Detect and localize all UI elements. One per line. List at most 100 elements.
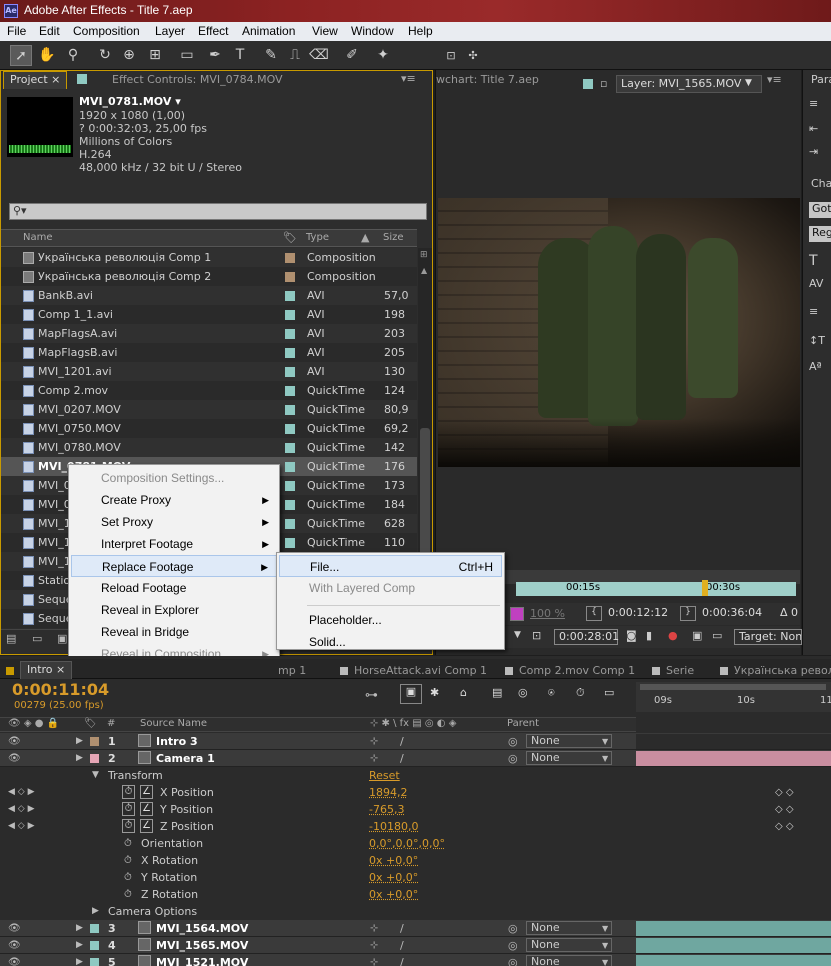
- tab-flowchart[interactable]: wchart: Title 7.aep: [436, 72, 539, 90]
- work-area-bar[interactable]: 00:15s 00:30s: [516, 580, 796, 596]
- stopwatch-icon[interactable]: ⏱: [124, 869, 132, 886]
- view-dropdown-icon[interactable]: ▼: [514, 630, 521, 640]
- submenu-item-solid[interactable]: Solid...: [279, 631, 502, 653]
- vertical-scale-icon[interactable]: ↕T: [809, 334, 825, 347]
- tab-ukrainian-revolution[interactable]: Українська революц: [734, 664, 831, 677]
- expand-arrow-icon[interactable]: ▶: [76, 937, 83, 954]
- font-style-field[interactable]: Reg: [809, 226, 831, 242]
- selection-tool-icon[interactable]: ➚: [10, 45, 32, 66]
- paragraph-tab[interactable]: Para: [811, 73, 831, 86]
- menu-view[interactable]: View: [312, 24, 338, 38]
- label-color-swatch[interactable]: [285, 443, 295, 453]
- zoom-tool-icon[interactable]: ⚲: [62, 45, 84, 66]
- layer-label-swatch[interactable]: [90, 924, 99, 933]
- menu-item-interpret-footage[interactable]: Interpret Footage ▶: [71, 533, 277, 555]
- reset-link[interactable]: Reset: [369, 767, 400, 784]
- label-color-swatch[interactable]: [285, 405, 295, 415]
- footage-name[interactable]: MVI_0781.MOV ▾: [79, 95, 181, 108]
- visibility-eye-icon[interactable]: 👁: [8, 920, 21, 937]
- hide-shy-layers-icon[interactable]: ⌂: [460, 686, 467, 699]
- project-item[interactable]: MapFlagsB.aviAVI205 MI: [1, 343, 417, 378]
- draft-3d-icon[interactable]: ✱: [430, 686, 439, 699]
- expand-arrow-icon[interactable]: ▼: [92, 767, 99, 784]
- layer-duration-bar[interactable]: [636, 751, 831, 766]
- keyframe-icon[interactable]: ◇ ◇: [775, 784, 794, 801]
- graph-icon[interactable]: ∠: [140, 819, 153, 833]
- layer-dropdown-icon[interactable]: ▼: [745, 78, 752, 88]
- channels-icon[interactable]: ●: [668, 629, 678, 642]
- layer-label-swatch[interactable]: [90, 737, 99, 746]
- stopwatch-icon[interactable]: ⏱: [124, 886, 132, 903]
- tab-serie[interactable]: Serie: [666, 664, 694, 677]
- property-row[interactable]: ⏱ Y Rotation 0x +0,0°: [0, 869, 831, 886]
- expand-arrow-icon[interactable]: ▶: [92, 903, 99, 920]
- duration-timecode[interactable]: 0:00:28:01: [554, 629, 619, 645]
- dropdown-arrow-icon[interactable]: ▼: [602, 937, 608, 954]
- graph-icon[interactable]: ∠: [140, 802, 153, 816]
- col-source-name[interactable]: Source Name: [140, 718, 207, 729]
- stroke-icon[interactable]: ≡: [809, 305, 818, 318]
- flowchart-icon[interactable]: ⊞: [420, 250, 428, 260]
- parent-dropdown[interactable]: None: [526, 734, 612, 748]
- type-tool-icon[interactable]: T: [229, 45, 251, 66]
- menu-composition[interactable]: Composition: [73, 24, 140, 38]
- property-row[interactable]: ⏱ Orientation 0,0°,0,0°,0,0°: [0, 835, 831, 852]
- menu-item-composition-settings[interactable]: Composition Settings...: [71, 467, 277, 489]
- interpret-footage-icon[interactable]: ▤: [6, 632, 16, 645]
- stopwatch-icon[interactable]: ⏱: [122, 785, 135, 799]
- font-family-field[interactable]: Got: [809, 202, 831, 218]
- camera-tool-icon[interactable]: ⊕: [118, 45, 140, 66]
- label-color-swatch[interactable]: [285, 386, 295, 396]
- menu-file[interactable]: File: [7, 24, 26, 38]
- shy-switch-icon[interactable]: ⊹: [370, 920, 378, 937]
- property-value[interactable]: 0x +0,0°: [369, 869, 418, 886]
- transform-group[interactable]: ▼ Transform Reset: [0, 767, 831, 784]
- property-value[interactable]: -765,3: [369, 801, 404, 818]
- menu-item-reload-footage[interactable]: Reload Footage: [71, 577, 277, 599]
- camera-options-group[interactable]: ▶ Camera Options: [0, 903, 831, 920]
- label-color-swatch[interactable]: [285, 348, 295, 358]
- menu-item-reveal-in-bridge[interactable]: Reveal in Bridge: [71, 621, 277, 643]
- project-item[interactable]: Українська революція Comp 1 Composition: [1, 248, 417, 267]
- layer-row[interactable]: 👁 ▶ 1 Intro 3 ⊹ / ◎ None ▼: [0, 733, 831, 750]
- world-axis-icon[interactable]: ✣: [462, 45, 484, 66]
- new-composition-icon[interactable]: ▣: [57, 632, 67, 645]
- parent-dropdown[interactable]: None: [526, 955, 612, 966]
- target-dropdown[interactable]: Target: Non: [734, 629, 802, 645]
- menu-item-reveal-in-explorer[interactable]: Reveal in Explorer: [71, 599, 277, 621]
- new-folder-icon[interactable]: ▭: [32, 632, 42, 645]
- project-item[interactable]: Українська революція Comp 2 Composition: [1, 267, 417, 286]
- graph-editor-icon[interactable]: ▭: [604, 686, 614, 699]
- menu-animation[interactable]: Animation: [242, 24, 295, 38]
- scroll-up-icon[interactable]: ▲: [421, 266, 427, 275]
- dropdown-arrow-icon[interactable]: ▼: [602, 750, 608, 767]
- pan-behind-tool-icon[interactable]: ⊞: [144, 45, 166, 66]
- keyframe-navigator-icon[interactable]: ◀ ◇ ▶: [8, 784, 35, 801]
- auto-keyframe-icon[interactable]: ⏱: [576, 686, 585, 700]
- visibility-eye-icon[interactable]: 👁: [8, 750, 21, 767]
- stopwatch-icon[interactable]: ⏱: [122, 819, 135, 833]
- property-row[interactable]: ⏱ X Rotation 0x +0,0°: [0, 852, 831, 869]
- menu-window[interactable]: Window: [351, 24, 394, 38]
- search-input[interactable]: ⚲▾: [9, 203, 427, 220]
- quality-switch-icon[interactable]: /: [400, 937, 404, 954]
- property-row[interactable]: ⏱ Z Rotation 0x +0,0°: [0, 886, 831, 903]
- submenu-item-file[interactable]: File... Ctrl+H: [279, 555, 502, 577]
- label-color-swatch[interactable]: [285, 272, 295, 282]
- baseline-shift-icon[interactable]: Aª: [809, 360, 822, 373]
- shy-switch-icon[interactable]: ⊹: [370, 937, 378, 954]
- indent-right-icon[interactable]: ⇥: [809, 145, 818, 158]
- project-item[interactable]: MVI_1201.aviAVI130 MI: [1, 362, 417, 397]
- label-color-swatch[interactable]: [285, 310, 295, 320]
- hand-tool-icon[interactable]: ✋: [36, 45, 58, 66]
- label-color-swatch[interactable]: [285, 500, 295, 510]
- keyframe-icon[interactable]: ◇ ◇: [775, 801, 794, 818]
- graph-icon[interactable]: ∠: [140, 785, 153, 799]
- comp-mini-flowchart-icon[interactable]: ⊶: [365, 688, 378, 703]
- stopwatch-icon[interactable]: ⏱: [124, 852, 132, 869]
- label-color-swatch[interactable]: [285, 481, 295, 491]
- menu-item-set-proxy[interactable]: Set Proxy ▶: [71, 511, 277, 533]
- quality-switch-icon[interactable]: /: [400, 733, 404, 750]
- rotation-tool-icon[interactable]: ↻: [94, 45, 116, 66]
- align-left-icon[interactable]: ≡: [809, 97, 818, 110]
